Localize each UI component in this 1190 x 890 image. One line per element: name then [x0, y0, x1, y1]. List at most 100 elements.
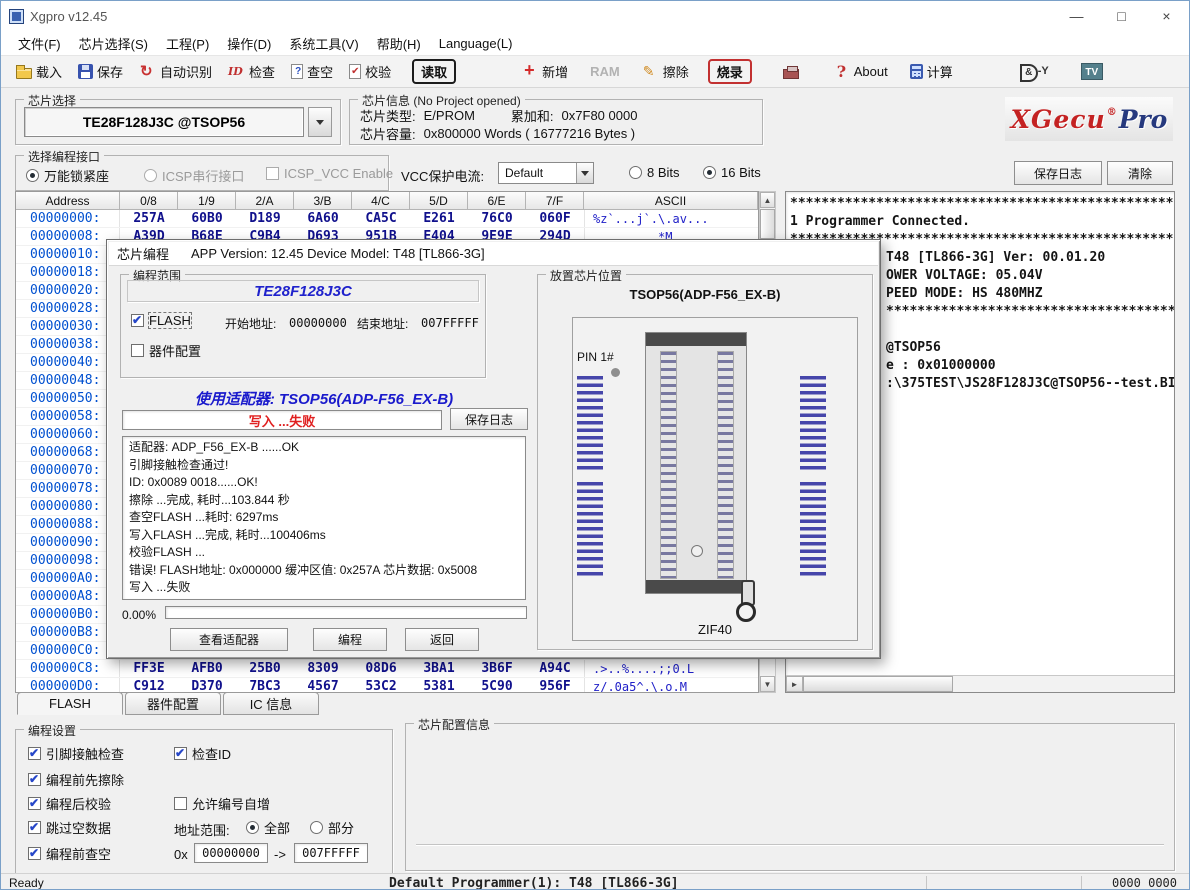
hex-cell[interactable]: 4567 — [294, 678, 352, 693]
icsp-vcc-checkbox[interactable]: ICSP_VCC Enable — [266, 166, 393, 181]
menu-item-2[interactable]: 工程(P) — [157, 34, 218, 53]
hex-cell[interactable]: 257A — [120, 210, 178, 227]
tab-ic-info[interactable]: IC 信息 — [223, 692, 319, 715]
hex-cell[interactable]: 956F — [526, 678, 584, 693]
menu-item-1[interactable]: 芯片选择(S) — [70, 34, 157, 53]
dialog-save-log-button[interactable]: 保存日志 — [450, 408, 528, 430]
blank-check-button[interactable]: 查空 — [288, 60, 336, 83]
universal-socket-radio[interactable]: 万能锁紧座 — [26, 166, 109, 185]
hex-column-header[interactable]: 7/F — [526, 192, 584, 210]
check-id-checkbox[interactable]: 检查ID — [174, 744, 231, 763]
vcc-select-arrow-button[interactable] — [576, 163, 593, 183]
hex-cell[interactable]: 5C90 — [468, 678, 526, 693]
hex-cell[interactable]: 08D6 — [352, 660, 410, 677]
verify-button[interactable]: 校验 — [346, 60, 394, 83]
ascii-cell[interactable]: z/.0a5^.\.o.M — [584, 678, 758, 693]
hex-column-header[interactable]: 2/A — [236, 192, 294, 210]
ascii-cell[interactable]: %z`...j`.\.av... — [584, 210, 758, 227]
hex-cell[interactable]: 6A60 — [294, 210, 352, 227]
flash-checkbox[interactable]: FLASH — [131, 313, 191, 328]
pin-check-checkbox[interactable]: 引脚接触检查 — [28, 744, 124, 763]
maximize-button[interactable]: □ — [1099, 1, 1144, 31]
16bits-radio[interactable]: 16 Bits — [703, 165, 761, 180]
log-horizontal-scrollbar[interactable] — [786, 675, 1174, 692]
icsp-serial-radio[interactable]: ICSP串行接口 — [144, 166, 244, 185]
checkbox-label: 编程前查空 — [46, 844, 111, 863]
tv-mode-button[interactable] — [1078, 61, 1106, 82]
hex-cell[interactable]: 53C2 — [352, 678, 410, 693]
print-button[interactable] — [780, 63, 802, 81]
address-from-input[interactable]: 00000000 — [194, 843, 268, 863]
scroll-thumb[interactable] — [760, 209, 775, 239]
hex-cell[interactable]: 3BA1 — [410, 660, 468, 677]
hex-column-header[interactable]: 3/B — [294, 192, 352, 210]
read-button[interactable]: 读取 — [412, 59, 456, 84]
save-button[interactable]: 保存 — [75, 60, 126, 83]
scroll-down-button[interactable] — [760, 676, 775, 692]
verify-after-checkbox[interactable]: 编程后校验 — [28, 794, 111, 813]
address-to-input[interactable]: 007FFFFF — [294, 843, 368, 863]
hex-cell[interactable]: E261 — [410, 210, 468, 227]
hex-cell[interactable]: FF3E — [120, 660, 178, 677]
menu-item-0[interactable]: 文件(F) — [9, 34, 70, 53]
about-button[interactable]: About — [830, 62, 891, 82]
scroll-right-button[interactable] — [786, 676, 803, 692]
hex-cell[interactable]: D370 — [178, 678, 236, 693]
serial-increment-checkbox[interactable]: 允许编号自增 — [174, 794, 270, 813]
chip-select-combo[interactable]: TE28F128J3C @TSOP56 — [24, 107, 304, 137]
burn-button[interactable]: 烧录 — [708, 59, 752, 84]
clear-button[interactable]: 清除 — [1107, 161, 1173, 185]
new-button[interactable]: 新增 — [518, 60, 571, 83]
back-button[interactable]: 返回 — [405, 628, 479, 651]
8bits-radio[interactable]: 8 Bits — [629, 165, 680, 180]
vcc-current-select[interactable]: Default — [498, 162, 594, 184]
logic-tool-button[interactable] — [1008, 62, 1050, 82]
erase-button[interactable]: 擦除 — [639, 60, 692, 83]
hex-cell[interactable]: D189 — [236, 210, 294, 227]
menu-item-5[interactable]: 帮助(H) — [368, 34, 430, 53]
hex-cell[interactable]: 3B6F — [468, 660, 526, 677]
device-config-checkbox[interactable]: 器件配置 — [131, 341, 201, 360]
scroll-thumb[interactable] — [803, 676, 953, 692]
hex-cell[interactable]: 060F — [526, 210, 584, 227]
chip-select-dropdown-button[interactable] — [308, 107, 332, 137]
hex-cell[interactable]: C912 — [120, 678, 178, 693]
range-all-radio[interactable]: 全部 — [246, 818, 290, 837]
hex-cell[interactable]: CA5C — [352, 210, 410, 227]
hex-cell[interactable]: A94C — [526, 660, 584, 677]
menu-item-4[interactable]: 系统工具(V) — [280, 34, 367, 53]
hex-cell[interactable]: AFB0 — [178, 660, 236, 677]
hex-cell[interactable]: 25B0 — [236, 660, 294, 677]
range-part-radio[interactable]: 部分 — [310, 818, 354, 837]
hex-cell[interactable]: 7BC3 — [236, 678, 294, 693]
hex-cell[interactable]: 76C0 — [468, 210, 526, 227]
hex-cell[interactable]: 8309 — [294, 660, 352, 677]
view-adapter-button[interactable]: 查看适配器 — [170, 628, 288, 651]
close-button[interactable]: × — [1144, 1, 1189, 31]
hex-cell[interactable]: 60B0 — [178, 210, 236, 227]
program-button[interactable]: 编程 — [313, 628, 387, 651]
hex-column-header[interactable]: Address — [16, 192, 120, 210]
auto-detect-button[interactable]: 自动识别 — [136, 60, 215, 83]
ascii-cell[interactable]: .>..%....;;0.L — [584, 660, 758, 677]
hex-column-header[interactable]: 6/E — [468, 192, 526, 210]
blank-check-before-checkbox[interactable]: 编程前查空 — [28, 844, 111, 863]
calculator-button[interactable]: 计算 — [907, 60, 956, 83]
hex-column-header[interactable]: 4/C — [352, 192, 410, 210]
hex-cell[interactable]: 5381 — [410, 678, 468, 693]
menu-item-6[interactable]: Language(L) — [430, 36, 522, 51]
load-button[interactable]: 载入 — [13, 60, 65, 83]
save-log-button[interactable]: 保存日志 — [1014, 161, 1102, 185]
hex-column-header[interactable]: 5/D — [410, 192, 468, 210]
minimize-button[interactable]: — — [1054, 1, 1099, 31]
menu-item-3[interactable]: 操作(D) — [218, 34, 280, 53]
tab-device-config[interactable]: 器件配置 — [125, 692, 221, 715]
check-id-button[interactable]: 检查 — [225, 60, 278, 83]
hex-column-header[interactable]: ASCII — [584, 192, 758, 210]
hex-column-header[interactable]: 0/8 — [120, 192, 178, 210]
tab-flash[interactable]: FLASH — [17, 692, 123, 715]
hex-column-header[interactable]: 1/9 — [178, 192, 236, 210]
scroll-up-button[interactable] — [760, 192, 775, 208]
skip-blank-checkbox[interactable]: 跳过空数据 — [28, 818, 111, 837]
erase-before-checkbox[interactable]: 编程前先擦除 — [28, 770, 124, 789]
